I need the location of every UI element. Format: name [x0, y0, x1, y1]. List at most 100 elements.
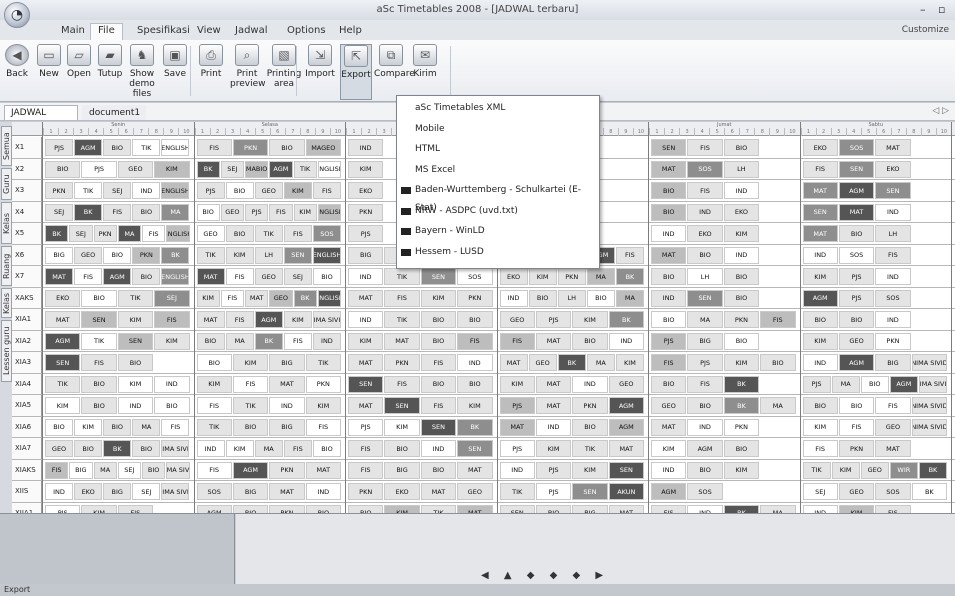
lesson-card[interactable]: SOS — [875, 289, 911, 307]
lesson-card[interactable]: ANIMA SIVIDE — [161, 440, 190, 457]
lesson-card[interactable]: FIS — [875, 397, 911, 414]
lesson-card[interactable]: SEN — [499, 504, 535, 513]
lesson-card[interactable]: GEO — [528, 354, 557, 371]
lesson-card[interactable]: PJS — [499, 440, 535, 457]
class-name[interactable]: X4 — [12, 201, 42, 222]
lesson-card[interactable]: SEN — [384, 397, 420, 414]
lesson-card[interactable]: LH — [875, 225, 911, 242]
lesson-card[interactable]: FIS — [154, 311, 190, 328]
lesson-card[interactable]: IND — [499, 461, 535, 479]
lesson-card[interactable]: PJS — [687, 354, 723, 371]
lesson-card[interactable]: KIM — [117, 311, 154, 328]
lesson-card[interactable]: ANIMA SIVIDE — [166, 461, 190, 479]
lesson-card[interactable]: IND — [154, 375, 190, 393]
open-button[interactable]: ▱ Open — [64, 44, 94, 100]
lesson-card[interactable]: FIS — [196, 461, 232, 479]
lesson-card[interactable]: BIO — [760, 354, 796, 371]
lesson-card[interactable]: SOS — [687, 483, 723, 500]
document-tab-2[interactable]: document1 — [82, 105, 146, 120]
lesson-card[interactable]: FIS — [283, 225, 312, 242]
lesson-card[interactable]: SEN — [117, 332, 154, 350]
lesson-card[interactable]: BIO — [74, 440, 103, 457]
lesson-card[interactable]: KIM — [384, 504, 420, 513]
lesson-card[interactable]: BK — [74, 203, 103, 221]
lesson-card[interactable]: BIO — [535, 504, 572, 513]
lesson-card[interactable]: SOS — [838, 246, 875, 264]
class-name[interactable]: X1 — [12, 137, 42, 158]
lesson-card[interactable]: IND — [723, 246, 760, 264]
lesson-card[interactable]: PKN — [305, 375, 341, 393]
lesson-card[interactable]: MAT — [196, 268, 225, 285]
lesson-card[interactable]: BK — [103, 440, 132, 457]
lesson-card[interactable]: FIS — [802, 440, 838, 457]
lesson-card[interactable]: BIO — [117, 354, 154, 371]
side-tab-ruang[interactable]: Ruang — [1, 246, 12, 286]
lesson-card[interactable]: MAT — [499, 418, 535, 436]
lesson-card[interactable]: MA — [586, 354, 615, 371]
lesson-card[interactable]: MAT — [802, 225, 838, 242]
lesson-card[interactable]: BIG — [45, 246, 74, 264]
lesson-card[interactable]: KIM — [196, 289, 220, 307]
lesson-card[interactable]: IND — [117, 397, 154, 414]
lesson-card[interactable]: MA — [132, 418, 161, 436]
tab-main[interactable]: Main — [54, 24, 92, 39]
lesson-card[interactable]: PJS — [535, 483, 572, 500]
tab-jadwal[interactable]: Jadwal — [228, 24, 275, 39]
lesson-card[interactable]: KIM — [305, 397, 341, 414]
lesson-card[interactable]: BIG — [875, 354, 911, 371]
lesson-card[interactable]: AGM — [103, 268, 132, 285]
lesson-card[interactable]: IND — [875, 268, 911, 285]
lesson-card[interactable]: IND — [651, 461, 687, 479]
lesson-card[interactable]: LH — [557, 289, 586, 307]
lesson-card[interactable]: BIO — [45, 418, 74, 436]
lesson-card[interactable]: PKN — [875, 332, 911, 350]
lesson-card[interactable]: IND — [687, 203, 723, 221]
lesson-card[interactable]: KIM — [457, 397, 493, 414]
lesson-card[interactable]: GEO — [838, 483, 875, 500]
lesson-card[interactable]: BIO — [528, 289, 557, 307]
lesson-card[interactable]: MAT — [196, 311, 225, 328]
lesson-card[interactable]: WIR — [889, 461, 918, 479]
lesson-card[interactable]: PJS — [535, 311, 572, 328]
lesson-card[interactable]: GEO — [220, 203, 244, 221]
lesson-card[interactable]: KIM — [802, 332, 838, 350]
lesson-card[interactable]: FIS — [225, 268, 254, 285]
lesson-card[interactable]: PJS — [348, 418, 384, 436]
lesson-card[interactable]: FIS — [220, 289, 244, 307]
lesson-card[interactable]: BIO — [312, 268, 341, 285]
lesson-card[interactable]: PKN — [269, 461, 305, 479]
lesson-card[interactable]: KIM — [528, 268, 557, 285]
lesson-card[interactable]: MAT — [45, 311, 81, 328]
lesson-card[interactable]: KIM — [651, 440, 687, 457]
lesson-card[interactable]: LH — [723, 160, 760, 178]
lesson-card[interactable]: FIS — [74, 268, 103, 285]
lesson-card[interactable]: BIO — [723, 289, 760, 307]
lesson-card[interactable]: KIM — [154, 332, 190, 350]
lesson-card[interactable]: FIS — [875, 246, 911, 264]
lesson-card[interactable]: GEO — [860, 461, 889, 479]
lesson-card[interactable]: KIM — [572, 461, 608, 479]
lesson-card[interactable]: KIM — [225, 246, 254, 264]
back-button[interactable]: ◀ Back — [2, 44, 32, 100]
lesson-card[interactable]: SEN — [802, 203, 838, 221]
lesson-card[interactable]: BIO — [651, 203, 687, 221]
lesson-card[interactable]: SEN — [457, 440, 493, 457]
lesson-card[interactable]: BIO — [572, 418, 608, 436]
lesson-card[interactable]: BK — [557, 354, 586, 371]
lesson-card[interactable]: BK — [608, 311, 644, 328]
lesson-card[interactable]: IND — [196, 440, 225, 457]
class-name[interactable]: X5 — [12, 223, 42, 244]
lesson-card[interactable]: FIS — [687, 375, 723, 393]
lesson-card[interactable]: FIS — [142, 225, 166, 242]
lesson-card[interactable]: SEN — [420, 418, 457, 436]
lesson-card[interactable]: SOS — [875, 483, 911, 500]
lesson-card[interactable]: MAT — [245, 289, 269, 307]
side-tab-guru[interactable]: Guru — [1, 168, 12, 200]
lesson-card[interactable]: EKO — [348, 182, 384, 199]
lesson-card[interactable]: FIS — [348, 461, 384, 479]
lesson-card[interactable]: FIS — [232, 375, 269, 393]
lesson-card[interactable]: TIK — [45, 375, 81, 393]
lesson-card[interactable]: MAT — [499, 354, 528, 371]
lesson-card[interactable]: BIO — [132, 203, 161, 221]
lesson-card[interactable]: AGM — [196, 504, 232, 513]
